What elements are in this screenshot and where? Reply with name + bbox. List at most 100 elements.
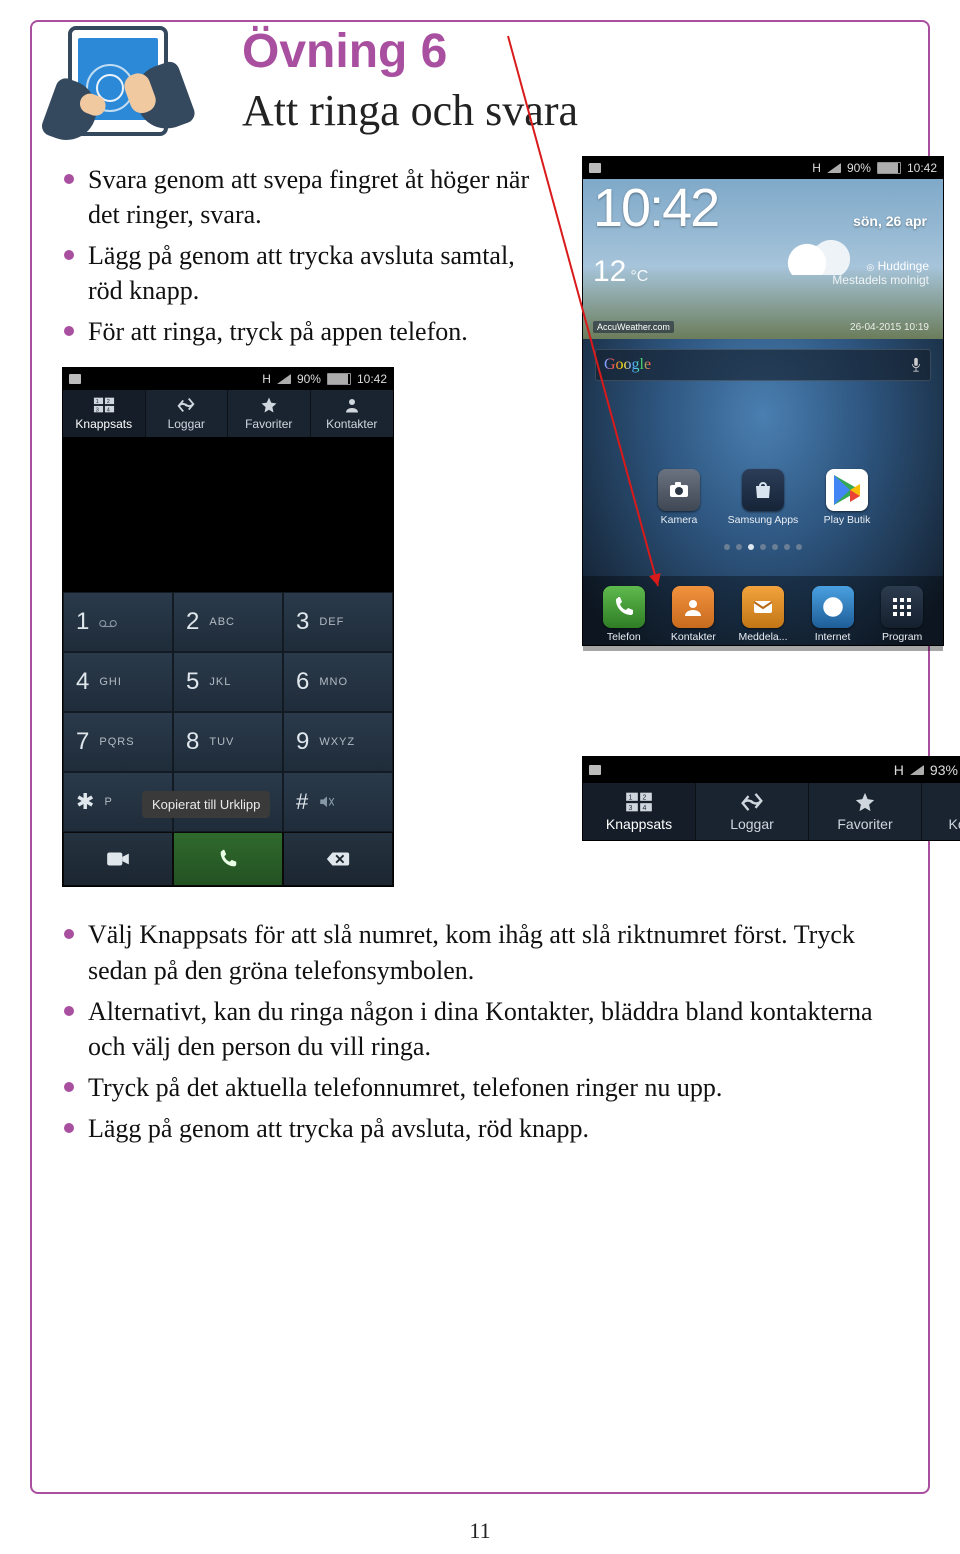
- voicemail-icon: [99, 615, 117, 629]
- call-button[interactable]: [173, 832, 283, 886]
- key-7[interactable]: 7PQRS: [63, 712, 173, 772]
- tab-keypad[interactable]: 1234 Knappsats: [583, 783, 696, 840]
- battery-icon: [327, 373, 351, 385]
- status-bar: H 93% 19:04: [583, 757, 960, 783]
- logs-icon: [175, 396, 197, 414]
- bullet-item: Välj Knappsats för att slå numret, kom i…: [62, 917, 898, 987]
- bullet-item: För att ringa, tryck på appen telefon.: [62, 314, 542, 349]
- tab-contacts[interactable]: Kontakter: [311, 390, 394, 437]
- svg-text:1: 1: [629, 795, 633, 802]
- tab-favorites[interactable]: Favoriter: [809, 783, 922, 840]
- play-icon: [826, 469, 868, 511]
- home-apps-row: Kamera Samsung Apps Play Butik: [631, 469, 895, 526]
- bullet-item: Lägg på genom att trycka på avsluta, röd…: [62, 1111, 898, 1146]
- google-search-bar[interactable]: Google: [595, 349, 931, 381]
- widget-temp: 12: [593, 255, 626, 289]
- key-5[interactable]: 5JKL: [173, 652, 283, 712]
- phone-icon: [603, 586, 645, 628]
- status-battery-pct: 93%: [930, 762, 958, 778]
- tab-label: Favoriter: [245, 417, 292, 431]
- dialer-actions: [63, 832, 393, 886]
- video-call-button[interactable]: [63, 832, 173, 886]
- mic-icon[interactable]: [910, 357, 922, 373]
- tab-logs[interactable]: Loggar: [696, 783, 809, 840]
- weather-clock-widget[interactable]: 10:42 sön, 26 apr 12 °C ◎ Huddinge Mesta…: [583, 179, 943, 339]
- key-3[interactable]: 3DEF: [283, 592, 393, 652]
- tab-label: Loggar: [168, 417, 205, 431]
- app-play-store[interactable]: Play Butik: [805, 469, 889, 526]
- tab-favorites[interactable]: Favoriter: [228, 390, 311, 437]
- svg-text:2: 2: [643, 795, 647, 802]
- page-number: 11: [469, 1518, 490, 1544]
- keypad-icon: 1234: [93, 396, 115, 414]
- status-icon: [589, 765, 601, 775]
- app-samsung-apps[interactable]: Samsung Apps: [721, 469, 805, 526]
- status-bar: H 90% 10:42: [63, 368, 393, 390]
- status-net: H: [812, 161, 821, 175]
- app-messages[interactable]: Meddela...: [728, 586, 798, 643]
- app-camera[interactable]: Kamera: [637, 469, 721, 526]
- signal-icon: [827, 163, 841, 173]
- mute-icon: [318, 795, 336, 809]
- keypad: 1 2ABC 3DEF 4GHI 5JKL 6MNO 7PQRS 8TUV 9W…: [63, 592, 393, 832]
- app-apps[interactable]: Program: [867, 586, 937, 643]
- svg-text:3: 3: [96, 408, 99, 414]
- status-net: H: [894, 762, 904, 778]
- svg-text:4: 4: [643, 805, 647, 812]
- key-4[interactable]: 4GHI: [63, 652, 173, 712]
- page-indicator: [583, 544, 943, 550]
- dialer-tabs: 1234 Knappsats Loggar Favoriter: [583, 783, 960, 840]
- tab-label: Knappsats: [606, 816, 672, 832]
- tab-label: Knappsats: [75, 417, 132, 431]
- app-contacts[interactable]: Kontakter: [659, 586, 729, 643]
- bullet-item: Alternativt, kan du ringa någon i dina K…: [62, 994, 898, 1064]
- status-icon: [69, 374, 81, 384]
- svg-text:4: 4: [107, 408, 110, 414]
- apps-grid-icon: [881, 586, 923, 628]
- screenshot-homescreen: H 90% 10:42 10:42 sön, 26 apr 12 °C: [582, 156, 944, 646]
- signal-icon: [910, 765, 924, 775]
- status-net: H: [262, 372, 271, 386]
- bullet-item: Tryck på det aktuella telefonnumret, tel…: [62, 1070, 898, 1105]
- app-phone[interactable]: Telefon: [589, 586, 659, 643]
- keypad-icon: 1234: [625, 791, 653, 813]
- tab-logs[interactable]: Loggar: [146, 390, 229, 437]
- widget-date: sön, 26 apr: [853, 213, 927, 229]
- key-2[interactable]: 2ABC: [173, 592, 283, 652]
- camera-icon: [658, 469, 700, 511]
- widget-location: ◎ Huddinge Mestadels molnigt: [832, 259, 929, 287]
- tab-keypad[interactable]: 1234 Knappsats: [63, 390, 146, 437]
- status-bar: H 90% 10:42: [583, 157, 943, 179]
- key-9[interactable]: 9WXYZ: [283, 712, 393, 772]
- status-time: 10:42: [357, 372, 387, 386]
- dialer-tabs: 1234 Knappsats Loggar Favoriter: [63, 390, 393, 437]
- tab-label: Kontakter: [949, 816, 960, 832]
- key-star[interactable]: ✱P Kopierat till Urklipp: [63, 772, 173, 832]
- google-logo: Google: [604, 356, 651, 374]
- bullet-item: Svara genom att svepa fingret åt höger n…: [62, 162, 542, 232]
- backspace-button[interactable]: [283, 832, 393, 886]
- bullet-item: Lägg på genom att trycka avsluta samtal,…: [62, 238, 542, 308]
- key-6[interactable]: 6MNO: [283, 652, 393, 712]
- logs-icon: [738, 791, 766, 813]
- contact-icon: [341, 396, 363, 414]
- status-time: 10:42: [907, 161, 937, 175]
- contact-icon: [672, 586, 714, 628]
- tab-label: Loggar: [730, 816, 774, 832]
- key-1[interactable]: 1: [63, 592, 173, 652]
- app-internet[interactable]: Internet: [798, 586, 868, 643]
- envelope-icon: [742, 586, 784, 628]
- signal-icon: [277, 374, 291, 384]
- key-hash[interactable]: #: [283, 772, 393, 832]
- number-field[interactable]: [63, 437, 393, 592]
- screenshot-phone-tabs: H 93% 19:04 1234 Knappsats Logga: [582, 756, 960, 841]
- widget-updated: 26-04-2015 10:19: [850, 322, 929, 333]
- intro-bullets: Svara genom att svepa fingret åt höger n…: [62, 162, 542, 349]
- tablet-touch-illustration: [48, 22, 188, 142]
- tab-contacts[interactable]: Kontakter: [922, 783, 960, 840]
- tab-label: Kontakter: [326, 417, 377, 431]
- key-8[interactable]: 8TUV: [173, 712, 283, 772]
- toast-clipboard: Kopierat till Urklipp: [142, 791, 270, 818]
- svg-text:1: 1: [96, 400, 99, 406]
- status-battery-pct: 90%: [297, 372, 321, 386]
